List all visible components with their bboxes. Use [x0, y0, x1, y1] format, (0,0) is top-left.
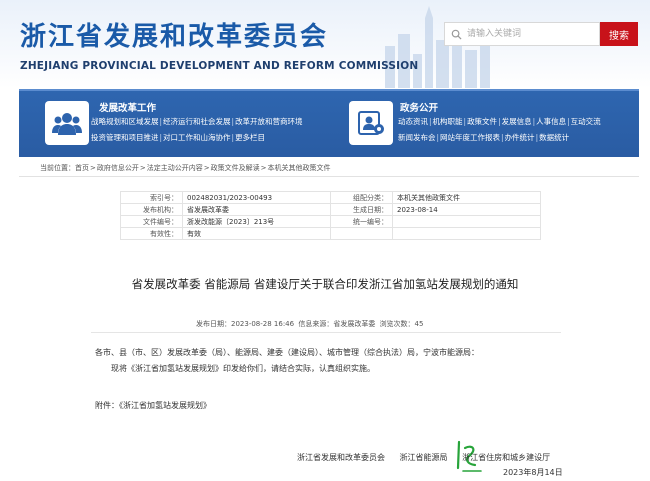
signer-housing-department: 浙江省住房和城乡建设厅	[462, 453, 551, 462]
document-meta-table: 索引号： 002482031/2023-00493 组配分类： 本机关其他政策文…	[120, 191, 541, 240]
nav-link-data-statistics[interactable]: 数据统计	[539, 133, 569, 142]
nav-link-policy-files[interactable]: 政策文件	[467, 117, 497, 126]
meta-key: 索引号：	[120, 191, 183, 204]
signers: 浙江省发展和改革委员会 浙江省能源局 浙江省住房和城乡建设厅	[297, 452, 562, 463]
nav-link-functions[interactable]: 机构职能	[433, 117, 463, 126]
meta-value: 本机关其他政策文件	[392, 191, 541, 204]
meta-key: 组配分类：	[330, 191, 393, 204]
nav-link-interaction[interactable]: 互动交流	[571, 117, 601, 126]
nav-link-development-info[interactable]: 发展信息	[502, 117, 532, 126]
nav-link-strategic-planning[interactable]: 战略规划和区域发展	[91, 117, 159, 126]
nav-link-reform-opening[interactable]: 改革开放和营商环境	[235, 117, 303, 126]
search-box	[444, 22, 600, 46]
meta-key: 有效性：	[120, 227, 183, 240]
people-group-icon[interactable]	[45, 101, 89, 145]
table-row: 索引号： 002482031/2023-00493 组配分类： 本机关其他政策文…	[120, 191, 541, 204]
nav-links-left-row1: 战略规划和区域发展|经济运行和社会发展|改革开放和营商环境	[91, 117, 303, 126]
meta-key: 统一编号：	[330, 215, 393, 228]
table-row: 文件编号： 浙发改能源〔2023〕213号 统一编号：	[120, 215, 541, 228]
signer-energy-bureau: 浙江省能源局	[399, 453, 448, 462]
meta-value	[392, 215, 541, 228]
article-body: 现将《浙江省加氢站发展规划》印发给你们，请结合实际，认真组织实施。	[111, 364, 375, 373]
meta-value: 2023-08-14	[392, 203, 541, 216]
nav-heading-development-work[interactable]: 发展改革工作	[99, 100, 156, 114]
meta-key	[330, 227, 393, 240]
breadcrumb-divider	[19, 176, 639, 177]
site-subtitle: ZHEJIANG PROVINCIAL DEVELOPMENT AND REFO…	[20, 60, 419, 72]
city-skyline-graphic	[385, 6, 490, 88]
nav-link-more-columns[interactable]: 更多栏目	[235, 133, 265, 142]
meta-value: 有效	[182, 227, 331, 240]
meta-key: 生成日期：	[330, 203, 393, 216]
nav-link-annual-report[interactable]: 网站年度工作报表	[440, 133, 500, 142]
meta-value: 省发展改革委	[182, 203, 331, 216]
breadcrumb: 当前位置： 首页 > 政府信息公开 > 法定主动公开内容 > 政策文件及解读 > 本机关…	[40, 163, 331, 173]
site-header: 浙江省发展和改革委员会 ZHEJIANG PROVINCIAL DEVELOPM…	[0, 0, 650, 88]
table-row: 有效性： 有效	[120, 227, 541, 240]
breadcrumb-home[interactable]: 首页	[75, 163, 89, 173]
meta-value: 002482031/2023-00493	[182, 191, 331, 204]
article-title: 省发展改革委 省能源局 省建设厅关于联合印发浙江省加氢站发展规划的通知	[131, 277, 519, 291]
breadcrumb-label: 当前位置：	[40, 164, 75, 172]
nav-link-press-conference[interactable]: 新闻发布会	[398, 133, 436, 142]
meta-key: 发布机构：	[120, 203, 183, 216]
user-settings-icon[interactable]	[349, 101, 393, 145]
publish-info: 发布日期：2023-08-28 16:46 信息来源：省发展改革委 浏览次数：4…	[196, 319, 425, 329]
search-icon	[445, 23, 467, 45]
info-source: 信息来源：省发展改革委	[298, 320, 376, 328]
breadcrumb-current[interactable]: 本机关其他政策文件	[268, 163, 331, 173]
search-input[interactable]	[467, 24, 597, 44]
meta-value: 浙发改能源〔2023〕213号	[182, 215, 331, 228]
sign-date: 2023年8月14日	[503, 468, 563, 477]
publish-time: 发布日期：2023-08-28 16:46	[196, 320, 295, 328]
nav-link-personnel-info[interactable]: 人事信息	[536, 117, 566, 126]
main-nav-band: 发展改革工作 战略规划和区域发展|经济运行和社会发展|改革开放和营商环境 投资管…	[19, 89, 639, 157]
search-button[interactable]: 搜索	[600, 22, 638, 46]
article-attachment[interactable]: 附件：《浙江省加氢站发展规划》	[95, 400, 211, 411]
site-title: 浙江省发展和改革委员会	[20, 22, 329, 52]
nav-link-case-statistics[interactable]: 办件统计	[505, 133, 535, 142]
breadcrumb-policy-files[interactable]: 政策文件及解读	[211, 163, 260, 173]
nav-link-counterpart-work[interactable]: 对口工作和山海协作	[163, 133, 231, 142]
nav-link-investment-management[interactable]: 投资管理和项目推进	[91, 133, 159, 142]
breadcrumb-statutory-content[interactable]: 法定主动公开内容	[147, 163, 203, 173]
table-row: 发布机构： 省发展改革委 生成日期： 2023-08-14	[120, 203, 541, 216]
nav-links-left-row2: 投资管理和项目推进|对口工作和山海协作|更多栏目	[91, 133, 266, 142]
nav-heading-government-affairs[interactable]: 政务公开	[400, 100, 438, 114]
nav-link-news[interactable]: 动态资讯	[398, 117, 428, 126]
breadcrumb-info-disclosure[interactable]: 政府信息公开	[97, 163, 139, 173]
signer-ndrc: 浙江省发展和改革委员会	[297, 453, 385, 462]
nav-links-right-row1: 动态资讯|机构职能|政策文件|发展信息|人事信息|互动交流	[398, 117, 601, 126]
article-divider	[91, 332, 561, 333]
nav-links-right-row2: 新闻发布会|网站年度工作报表|办件统计|数据统计	[398, 133, 570, 142]
view-count: 浏览次数：45	[379, 320, 424, 328]
meta-value	[392, 227, 541, 240]
article-recipients: 各市、县（市、区）发展改革委（局）、能源局、建委（建设局）、城市管理（综合执法）…	[95, 348, 479, 357]
meta-key: 文件编号：	[120, 215, 183, 228]
nav-link-economic-operation[interactable]: 经济运行和社会发展	[163, 117, 231, 126]
